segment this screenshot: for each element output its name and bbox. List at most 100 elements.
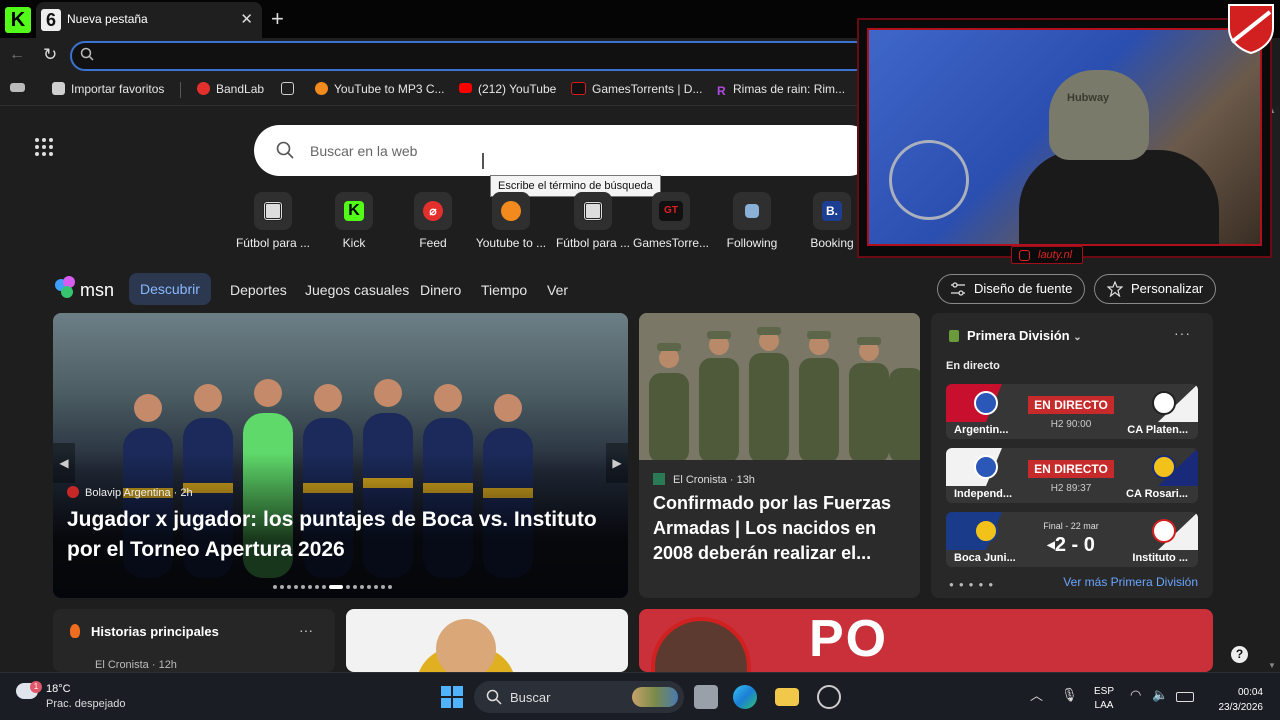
bandlab-icon	[197, 82, 210, 95]
quicklink-futbol-2[interactable]: Fútbol para ...	[551, 192, 635, 250]
quicklink-following[interactable]: Following	[710, 192, 794, 250]
carousel-prev-icon[interactable]: ◀	[53, 443, 75, 483]
favorite-item[interactable]: Importar favoritos	[52, 82, 164, 96]
pager-dot[interactable]	[287, 584, 291, 589]
battery-icon[interactable]	[1176, 692, 1194, 702]
back-arrow-icon[interactable]: ←	[9, 46, 25, 64]
close-tab-icon[interactable]: ✕	[240, 10, 253, 28]
favorite-item[interactable]: R Rimas de rain: Rim...	[717, 82, 845, 98]
help-icon[interactable]: ?	[1231, 646, 1248, 663]
pager-dot[interactable]	[329, 584, 343, 589]
msn-logo-text[interactable]: msn	[80, 280, 114, 301]
quicklink-gamestorrents[interactable]: GT GamesTorre...	[629, 192, 713, 250]
favorite-item[interactable]: YouTube to MP3 C...	[315, 82, 445, 96]
pager-dot[interactable]	[308, 584, 312, 589]
soldiers-photo	[639, 313, 920, 460]
quicklink-youtube-to-mp3[interactable]: Youtube to ...	[469, 192, 553, 250]
apps-grid-icon[interactable]	[35, 138, 53, 156]
task-view-icon[interactable]	[694, 685, 718, 709]
reading-icon[interactable]	[10, 82, 31, 96]
league-title[interactable]: Primera División ⌄	[967, 328, 1082, 343]
pager-dot[interactable]	[315, 584, 319, 589]
gt-icon	[571, 82, 586, 95]
new-tab-button[interactable]: +	[271, 6, 284, 32]
tab-tiempo[interactable]: Tiempo	[481, 282, 527, 298]
clock[interactable]: 00:04 23/3/2026	[1207, 685, 1264, 715]
web-search-box[interactable]: Buscar en la web	[254, 125, 874, 176]
microphone-icon[interactable]: 🎙	[1061, 687, 1078, 703]
webcam-overlay: Hubway lauty.nl	[857, 18, 1272, 264]
person-face	[436, 619, 496, 672]
pager-dot[interactable]	[322, 584, 326, 589]
sliders-icon	[951, 282, 965, 296]
favorite-item[interactable]	[281, 82, 300, 96]
edge-browser-icon[interactable]	[733, 685, 757, 709]
more-options-icon[interactable]: ···	[299, 622, 313, 638]
pager-dot[interactable]	[273, 584, 277, 589]
refresh-icon[interactable]: ↻	[43, 45, 57, 65]
person-cap	[1049, 70, 1149, 160]
pager-dot[interactable]	[374, 584, 378, 589]
league-pager[interactable]: ●●●●●	[949, 580, 998, 589]
pager-dot[interactable]	[360, 584, 364, 589]
league-shield-icon	[949, 330, 959, 342]
favorite-item[interactable]: (212) YouTube	[459, 82, 556, 96]
league-scores-card: Primera División ⌄ ··· En directo EN DIR…	[931, 313, 1213, 598]
news-card-image[interactable]	[346, 609, 628, 672]
weather-condition[interactable]: Prac. despejado	[46, 698, 126, 710]
top-stories-card[interactable]: Historias principales ··· El Cronista · …	[53, 609, 335, 672]
quicklink-feed[interactable]: ⌀ Feed	[391, 192, 475, 250]
favorites-divider	[180, 82, 181, 98]
scroll-down-icon[interactable]: ▼	[1268, 661, 1276, 670]
hero-news-card[interactable]: ◀ ▶ Bolavip Argentina · 2h Jugador x jug…	[53, 313, 628, 598]
pager-dot[interactable]	[294, 584, 298, 589]
pager-dot[interactable]	[388, 584, 392, 589]
match-card[interactable]: EN DIRECTO H2 89:37 Independ... CA Rosar…	[946, 448, 1198, 503]
pager-dot[interactable]	[381, 584, 385, 589]
kick-icon: K	[344, 201, 364, 221]
file-explorer-icon[interactable]	[775, 688, 799, 706]
more-options-icon[interactable]: ···	[1174, 325, 1191, 341]
match-card[interactable]: EN DIRECTO H2 90:00 Argentin... CA Plate…	[946, 384, 1198, 439]
quicklink-futbol[interactable]: Fútbol para ...	[231, 192, 315, 250]
tab-juegos-casuales[interactable]: Juegos casuales	[305, 282, 409, 298]
bolavip-icon	[67, 486, 79, 498]
favorite-item[interactable]: BandLab	[197, 82, 264, 96]
tab-deportes[interactable]: Deportes	[230, 282, 287, 298]
font-design-button[interactable]: Diseño de fuente	[937, 274, 1086, 304]
address-bar[interactable]	[70, 41, 870, 71]
search-icon	[80, 47, 94, 61]
carousel-pager[interactable]	[273, 578, 395, 589]
pager-dot[interactable]	[367, 584, 371, 589]
wifi-icon[interactable]: ◠	[1130, 687, 1141, 703]
toolbar: ← ↻	[0, 38, 870, 74]
weather-temperature[interactable]: 18°C	[46, 683, 71, 695]
pager-dot[interactable]	[353, 584, 357, 589]
tab-descubrir[interactable]: Descubrir	[129, 273, 211, 305]
match-card[interactable]: Final - 22 mar ◀2 - 0 Boca Juni... Insti…	[946, 512, 1198, 567]
tab-new-tab[interactable]: 6 Nueva pestaña ✕	[36, 2, 262, 38]
personalize-button[interactable]: Personalizar	[1094, 274, 1217, 304]
volume-icon[interactable]: 🔈	[1152, 687, 1168, 703]
quicklink-kick[interactable]: K Kick	[312, 192, 396, 250]
youtube-icon	[459, 83, 472, 93]
booking-icon: B.	[822, 201, 842, 221]
language-indicator[interactable]: ESP LAA	[1094, 685, 1114, 713]
chevron-up-icon[interactable]: ︿	[1030, 685, 1043, 704]
news-card[interactable]: El Cronista · 13h Confirmado por las Fue…	[639, 313, 920, 598]
tab-dinero[interactable]: Dinero	[420, 282, 461, 298]
app-icon[interactable]	[817, 685, 841, 709]
top-stories-title: Historias principales	[91, 624, 219, 639]
pager-dot[interactable]	[301, 584, 305, 589]
more-league-link[interactable]: Ver más Primera División	[1063, 575, 1198, 589]
tab-ver[interactable]: Ver	[547, 282, 568, 298]
taskbar-search[interactable]: Buscar	[474, 681, 684, 713]
kick-app-icon[interactable]: K	[5, 7, 31, 33]
carousel-next-icon[interactable]: ▶	[606, 443, 628, 483]
video-news-card[interactable]: PO	[639, 609, 1213, 672]
windows-start-icon[interactable]	[441, 686, 463, 708]
pager-dot[interactable]	[280, 584, 284, 589]
hero-headline: Jugador x jugador: los puntajes de Boca …	[67, 508, 597, 561]
pager-dot[interactable]	[346, 584, 350, 589]
favorite-item[interactable]: GamesTorrents | D...	[571, 82, 702, 96]
